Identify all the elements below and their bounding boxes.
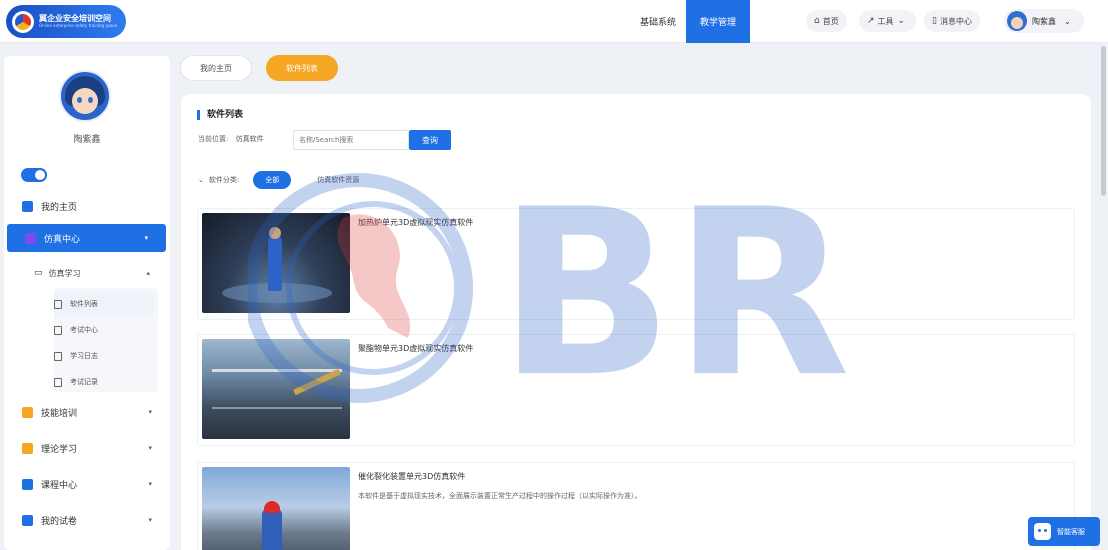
header-avatar	[1007, 11, 1027, 31]
list-item[interactable]: 催化裂化装置单元3D仿真软件 本软件是基于虚拟现实技术，全面展示装置正常生产过程…	[197, 462, 1075, 550]
sidebar-item-theory-study[interactable]: 理论学习 ▾	[4, 434, 170, 462]
sidebar-leaf-software-list[interactable]: 软件列表	[54, 291, 154, 317]
home-button[interactable]: ⌂ 首页	[806, 10, 847, 32]
filter-label: 软件分类:	[208, 176, 240, 184]
sidebar-sub-label: 仿真学习	[48, 268, 81, 278]
software-title[interactable]: 聚酯物单元3D虚拟现实仿真软件	[358, 343, 473, 354]
top-header: 冀企业安全培训空间 Online enterprise safety train…	[0, 0, 1108, 43]
user-menu-button[interactable]: 陶紫鑫 ⌄	[1004, 9, 1084, 33]
sidebar: 陶紫鑫 我的主页 仿真中心 ▾ ▭ 仿真学习 ▴ 软件列表 考试中心 学习日志 …	[4, 56, 170, 550]
filter-chip-simulation[interactable]: 仿真软件资源	[305, 171, 371, 189]
sidebar-item-course-center[interactable]: 课程中心 ▾	[4, 470, 170, 498]
monitor-icon: ▭	[34, 268, 43, 278]
home-button-label: 首页	[822, 16, 839, 26]
chevron-down-icon: ▾	[148, 516, 152, 524]
software-list-panel: 软件列表 当前位置: 仿真软件 查询 ⌄ 软件分类: 全部 仿真软件资源 加热炉…	[181, 94, 1091, 550]
record-icon	[54, 377, 62, 387]
sidebar-leaf-exam-center[interactable]: 考试中心	[54, 317, 154, 343]
chevron-down-icon: ▾	[148, 408, 152, 416]
sidebar-item-my-papers[interactable]: 我的试卷 ▾	[4, 506, 170, 534]
robot-icon	[1034, 523, 1051, 540]
breadcrumb-current: 仿真软件	[235, 135, 264, 143]
tab-my-home[interactable]: 我的主页	[180, 55, 252, 81]
sidebar-item-label: 仿真中心	[44, 234, 81, 245]
paper-icon	[22, 514, 33, 526]
sidebar-item-home[interactable]: 我的主页	[4, 192, 170, 220]
breadcrumb-label: 当前位置:	[198, 135, 229, 143]
sidebar-item-skill-training[interactable]: 技能培训 ▾	[4, 398, 170, 426]
chevron-down-icon: ⌄	[897, 16, 906, 26]
home-icon: ⌂	[814, 16, 820, 26]
site-logo[interactable]: 冀企业安全培训空间 Online enterprise safety train…	[6, 5, 126, 38]
software-thumbnail[interactable]	[202, 467, 350, 550]
chat-support-button[interactable]: 智能客服	[1028, 517, 1100, 546]
category-filter: ⌄ 软件分类: 全部 仿真软件资源	[198, 171, 371, 189]
software-description: 本软件是基于虚拟现实技术，全面展示装置正常生产过程中的操作过程（以实际操作为准）…	[358, 492, 642, 500]
sidebar-leaf-label: 考试中心	[70, 326, 98, 334]
chevron-down-icon: ⌄	[1064, 16, 1071, 26]
folder-icon	[22, 478, 33, 490]
page-title: 软件列表	[197, 110, 243, 120]
software-thumbnail[interactable]	[202, 339, 350, 439]
chevron-down-icon: ▾	[148, 444, 152, 452]
bell-icon: ▯	[932, 16, 937, 26]
filter-chip-all[interactable]: 全部	[253, 171, 292, 189]
sidebar-leaf-label: 考试记录	[70, 378, 98, 386]
wrench-icon: ↗	[867, 16, 875, 26]
chevron-up-icon: ▴	[146, 269, 150, 277]
chevron-down-icon[interactable]: ⌄	[198, 176, 204, 184]
sidebar-item-simulation-center[interactable]: 仿真中心 ▾	[7, 224, 166, 252]
list-icon	[54, 299, 62, 309]
chat-support-label: 智能客服	[1057, 527, 1085, 536]
avatar[interactable]	[59, 70, 111, 122]
sidebar-item-label: 课程中心	[41, 480, 78, 491]
sidebar-item-label: 理论学习	[41, 444, 78, 455]
breadcrumb: 当前位置: 仿真软件	[198, 134, 264, 144]
page-tabs: 我的主页 软件列表	[180, 55, 352, 81]
software-title[interactable]: 催化裂化装置单元3D仿真软件	[358, 471, 465, 482]
header-user-name: 陶紫鑫	[1032, 16, 1056, 26]
monitor-icon	[25, 232, 36, 244]
software-title[interactable]: 加热炉单元3D虚拟现实仿真软件	[358, 217, 473, 228]
tab-software-list[interactable]: 软件列表	[266, 55, 338, 81]
sidebar-sub-simulation-learning[interactable]: ▭ 仿真学习 ▴	[34, 260, 154, 286]
list-item[interactable]: 聚酯物单元3D虚拟现实仿真软件	[197, 334, 1075, 446]
sidebar-leaf-exam-records[interactable]: 考试记录	[54, 369, 154, 395]
list-item[interactable]: 加热炉单元3D虚拟现实仿真软件	[197, 208, 1075, 320]
page-scrollbar[interactable]	[1101, 46, 1106, 196]
search-button[interactable]: 查询	[409, 130, 451, 150]
sidebar-item-label: 我的试卷	[41, 516, 78, 527]
sidebar-item-label: 我的主页	[41, 202, 78, 213]
log-icon	[54, 351, 62, 361]
logo-badge-icon	[12, 10, 34, 33]
sidebar-user-name: 陶紫鑫	[73, 135, 101, 145]
tools-button-label: 工具	[877, 16, 894, 26]
logo-subtitle: Online enterprise safety training space	[39, 22, 118, 28]
software-thumbnail[interactable]	[202, 213, 350, 313]
sidebar-leaf-label: 软件列表	[70, 300, 98, 308]
sidebar-leaf-label: 学习日志	[70, 352, 98, 360]
top-nav: 基础系统 教学管理	[630, 0, 751, 43]
book-icon	[22, 442, 33, 454]
house-icon	[22, 200, 33, 212]
chevron-down-icon: ▾	[144, 234, 148, 242]
sidebar-leaf-study-log[interactable]: 学习日志	[54, 343, 154, 369]
search-input[interactable]	[293, 130, 409, 150]
sidebar-item-label: 技能培训	[41, 408, 78, 419]
topnav-basic-system[interactable]: 基础系统	[630, 0, 686, 43]
briefcase-icon	[22, 406, 33, 418]
topnav-teaching-management[interactable]: 教学管理	[686, 0, 751, 43]
document-icon	[54, 325, 62, 335]
messages-button-label: 消息中心	[939, 16, 972, 26]
sidebar-collapse-toggle[interactable]	[21, 168, 47, 182]
tools-button[interactable]: ↗ 工具 ⌄	[859, 10, 917, 32]
messages-button[interactable]: ▯ 消息中心	[924, 10, 980, 32]
chevron-down-icon: ▾	[148, 480, 152, 488]
